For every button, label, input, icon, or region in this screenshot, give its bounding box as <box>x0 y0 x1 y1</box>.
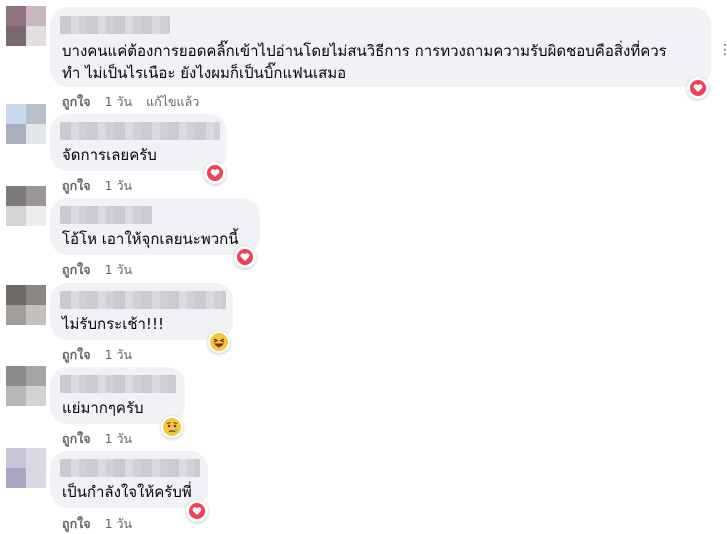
reaction-badge[interactable] <box>161 416 183 438</box>
commenter-name-blurred[interactable] <box>60 206 152 224</box>
timestamp[interactable]: 1 วัน <box>105 178 133 193</box>
reaction-badge[interactable] <box>186 500 208 522</box>
comment-text-line: บางคนแค่ต้องการยอดคลิ๊กเข้าไปอ่านโดยไม่ส… <box>62 42 667 60</box>
comment-bubble: แย่มากๆครับ <box>50 367 185 424</box>
timestamp[interactable]: 1 วัน <box>105 516 133 531</box>
comment-bubble: โอ้โห เอาให้จุกเลยนะพวกนี้ <box>50 198 260 255</box>
laughing-emoji-icon <box>210 333 228 351</box>
comment-text-line: โอ้โห เอาให้จุกเลยนะพวกนี้ <box>62 230 239 248</box>
avatar[interactable] <box>6 285 46 325</box>
commenter-name-blurred[interactable] <box>60 16 170 34</box>
sad-emoji-icon <box>163 418 181 436</box>
commenter-name-blurred[interactable] <box>60 122 220 140</box>
timestamp[interactable]: 1 วัน <box>105 347 133 362</box>
commenter-name-blurred[interactable] <box>60 459 200 477</box>
comment-text-line: จัดการเลยครับ <box>62 146 157 164</box>
like-button[interactable]: ถูกใจ <box>62 94 91 109</box>
reaction-badge[interactable] <box>687 77 709 99</box>
comment-text-line: ไม่รับกระเช้า!!! <box>62 315 164 333</box>
comment-actions: ถูกใจ 1 วัน <box>62 514 132 534</box>
comment-text-line: ทำ ไม่เป็นไรเนือะ ยังไงผมก็เป็นบิ๊กแฟนเส… <box>62 64 347 82</box>
avatar[interactable] <box>6 6 46 46</box>
avatar[interactable] <box>6 366 46 406</box>
like-button[interactable]: ถูกใจ <box>62 431 91 446</box>
reaction-badge[interactable] <box>234 246 256 268</box>
like-button[interactable]: ถูกใจ <box>62 347 91 362</box>
comment-actions: ถูกใจ 1 วัน <box>62 176 132 196</box>
comment-actions: ถูกใจ 1 วัน แก้ไขแล้ว <box>62 92 199 112</box>
avatar[interactable] <box>6 104 46 144</box>
heart-icon <box>189 503 205 519</box>
comment-bubble: จัดการเลยครับ <box>50 114 227 171</box>
timestamp[interactable]: 1 วัน <box>105 431 133 446</box>
comment-bubble: บางคนแค่ต้องการยอดคลิ๊กเข้าไปอ่านโดยไม่ส… <box>50 7 711 87</box>
commenter-name-blurred[interactable] <box>60 291 226 309</box>
comment-bubble: ไม่รับกระเช้า!!! <box>50 283 233 340</box>
heart-icon <box>207 165 223 181</box>
more-options-icon[interactable]: ⋮ <box>718 42 727 58</box>
avatar[interactable] <box>6 448 46 488</box>
timestamp[interactable]: 1 วัน <box>105 94 133 109</box>
like-button[interactable]: ถูกใจ <box>62 178 91 193</box>
reaction-badge[interactable] <box>208 331 230 353</box>
avatar[interactable] <box>6 186 46 226</box>
heart-icon <box>237 249 253 265</box>
comment-actions: ถูกใจ 1 วัน <box>62 345 132 365</box>
like-button[interactable]: ถูกใจ <box>62 516 91 531</box>
reaction-badge[interactable] <box>204 162 226 184</box>
comment-bubble: เป็นกำลังใจให้ครับพี่ <box>50 451 208 508</box>
timestamp[interactable]: 1 วัน <box>105 262 133 277</box>
commenter-name-blurred[interactable] <box>60 375 176 393</box>
comment-text-line: เป็นกำลังใจให้ครับพี่ <box>62 483 192 501</box>
comment-actions: ถูกใจ 1 วัน <box>62 429 132 449</box>
comment-actions: ถูกใจ 1 วัน <box>62 260 132 280</box>
edited-label: แก้ไขแล้ว <box>146 94 200 109</box>
like-button[interactable]: ถูกใจ <box>62 262 91 277</box>
heart-icon <box>690 80 706 96</box>
comment-text-line: แย่มากๆครับ <box>62 399 144 417</box>
